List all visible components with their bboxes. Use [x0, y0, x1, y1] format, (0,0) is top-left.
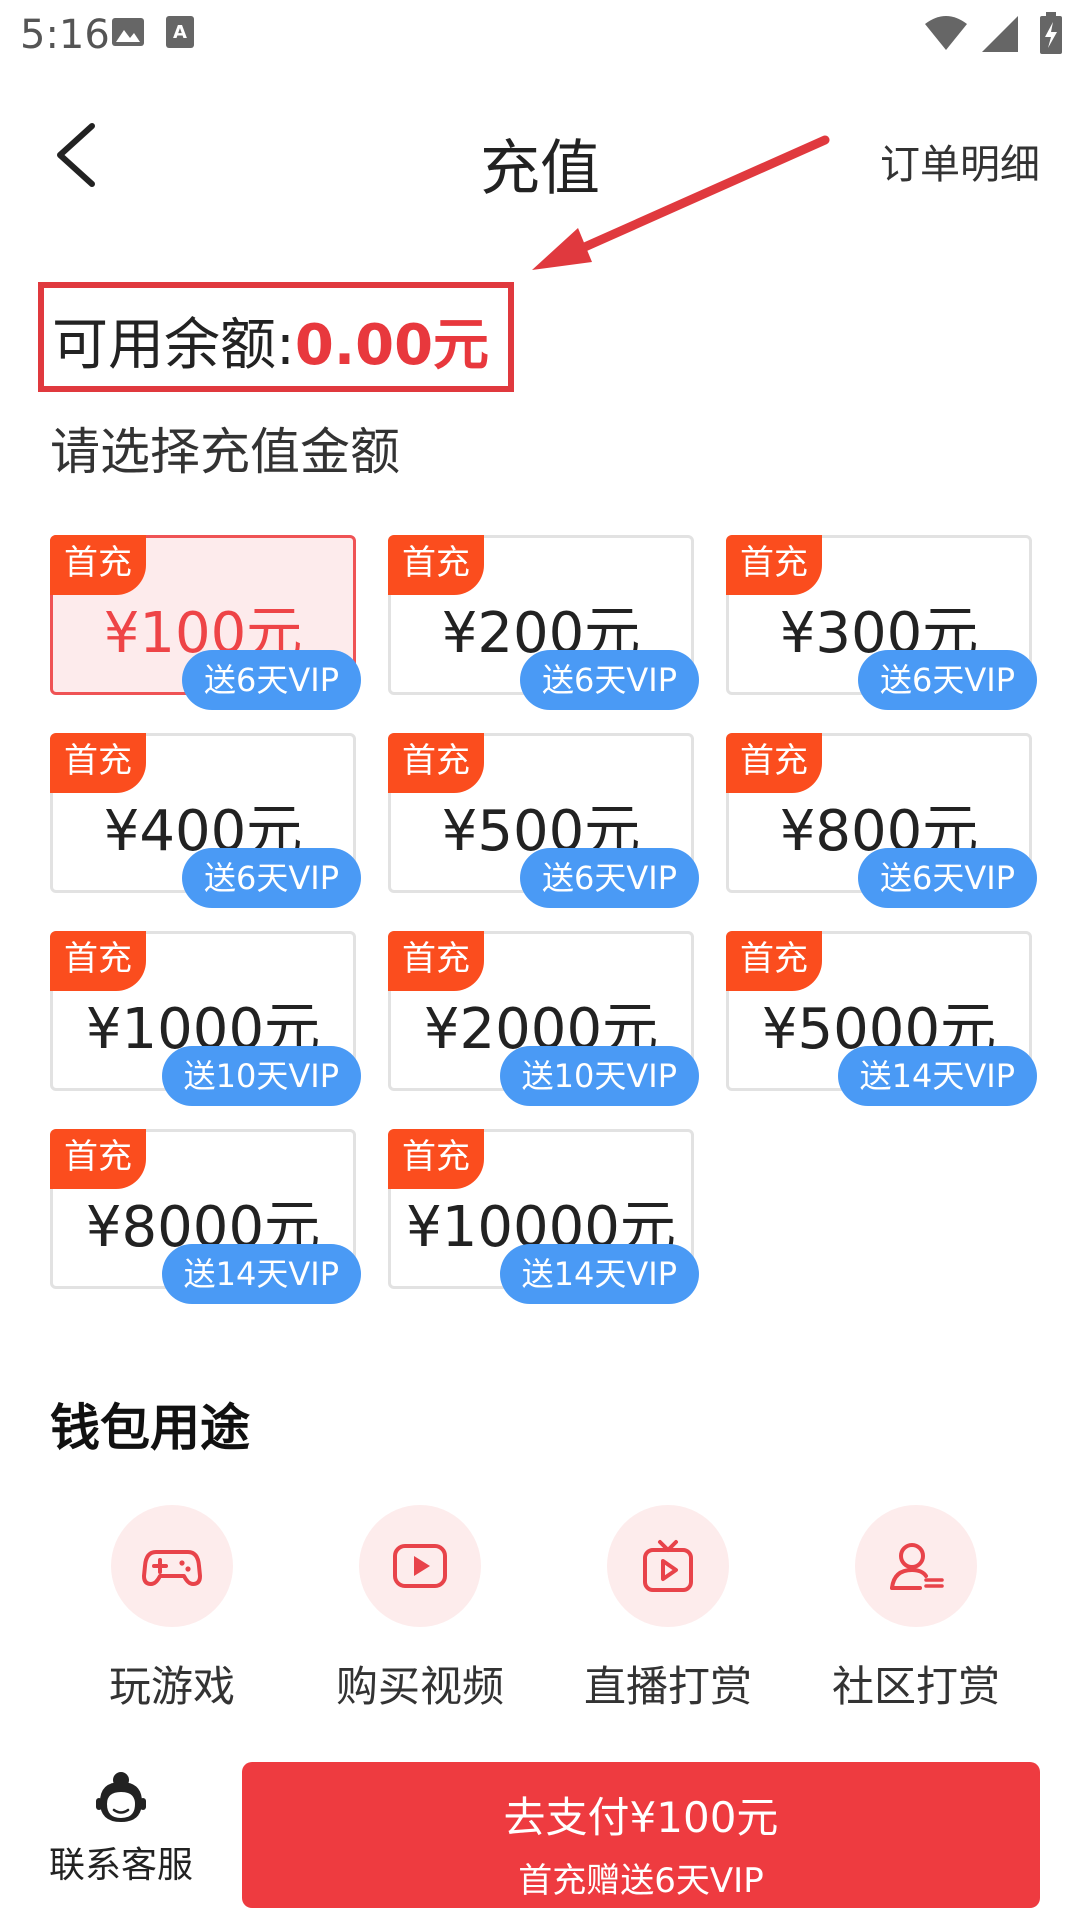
amount-option-500[interactable]: 首充 ¥500元 送6天VIP: [388, 733, 699, 908]
wallet-usage-title: 钱包用途: [50, 1399, 250, 1457]
amount-option-8000[interactable]: 首充 ¥8000元 送14天VIP: [50, 1129, 361, 1304]
pay-button[interactable]: 去支付¥100元 首充赠送6天VIP: [242, 1762, 1040, 1908]
cellular-signal-icon: [982, 16, 1018, 52]
vip-bonus-badge: 送10天VIP: [499, 1046, 699, 1106]
live-tv-icon: [643, 1540, 693, 1592]
image-notification-icon: [112, 18, 144, 46]
amount-option-1000[interactable]: 首充 ¥1000元 送10天VIP: [50, 931, 361, 1106]
usage-label: 直播打赏: [583, 1662, 752, 1711]
vip-bonus-badge: 送6天VIP: [182, 650, 361, 710]
first-recharge-tag: 首充: [388, 1129, 484, 1189]
vip-bonus-badge: 送6天VIP: [182, 848, 361, 908]
pay-button-label: 去支付¥100元: [503, 1793, 779, 1842]
usage-label: 购买视频: [335, 1662, 504, 1711]
usage-icon-circle: [607, 1505, 729, 1627]
vip-bonus-badge: 送6天VIP: [858, 848, 1037, 908]
amount-option-400[interactable]: 首充 ¥400元 送6天VIP: [50, 733, 361, 908]
gamepad-icon: [142, 1550, 202, 1586]
usage-play-games[interactable]: 玩游戏: [72, 1505, 272, 1714]
usage-buy-video[interactable]: 购买视频: [320, 1505, 520, 1714]
svg-text:A: A: [173, 22, 187, 43]
amount-option-2000[interactable]: 首充 ¥2000元 送10天VIP: [388, 931, 699, 1106]
first-recharge-tag: 首充: [388, 931, 484, 991]
vip-bonus-badge: 送14天VIP: [161, 1244, 361, 1304]
first-recharge-tag: 首充: [726, 931, 822, 991]
usage-icon-circle: [359, 1505, 481, 1627]
annotation-arrow: [532, 135, 830, 270]
usage-label: 玩游戏: [108, 1662, 235, 1711]
customer-service-icon: [96, 1772, 146, 1822]
order-details-link[interactable]: 订单明细: [880, 132, 1040, 190]
vip-bonus-badge: 送14天VIP: [837, 1046, 1037, 1106]
usage-label: 社区打赏: [831, 1662, 1000, 1711]
balance-value: 0.00元: [294, 313, 490, 378]
vip-bonus-badge: 送6天VIP: [520, 848, 699, 908]
contact-service-button[interactable]: 联系客服: [36, 1770, 206, 1888]
amount-option-5000[interactable]: 首充 ¥5000元 送14天VIP: [726, 931, 1037, 1106]
amount-option-800[interactable]: 首充 ¥800元 送6天VIP: [726, 733, 1037, 908]
battery-icon: [1040, 12, 1062, 54]
usage-icon-circle: [111, 1505, 233, 1627]
first-recharge-tag: 首充: [726, 535, 822, 595]
community-user-icon: [890, 1543, 944, 1590]
vip-bonus-badge: 送14天VIP: [499, 1244, 699, 1304]
amount-option-100[interactable]: 首充 ¥100元 送6天VIP: [50, 535, 361, 710]
vip-bonus-badge: 送10天VIP: [161, 1046, 361, 1106]
status-time: 5:16: [20, 12, 110, 58]
amount-option-200[interactable]: 首充 ¥200元 送6天VIP: [388, 535, 699, 710]
amount-option-10000[interactable]: 首充 ¥10000元 送14天VIP: [388, 1129, 699, 1304]
usage-community-tip[interactable]: 社区打赏: [816, 1505, 1016, 1714]
first-recharge-tag: 首充: [726, 733, 822, 793]
status-bar: 5:16 A: [0, 0, 1080, 72]
balance-label: 可用余额:: [52, 313, 295, 378]
select-amount-label: 请选择充值金额: [50, 423, 400, 481]
first-recharge-tag: 首充: [388, 733, 484, 793]
video-play-icon: [393, 1544, 447, 1588]
first-recharge-tag: 首充: [50, 1129, 146, 1189]
vip-bonus-badge: 送6天VIP: [858, 650, 1037, 710]
vip-bonus-badge: 送6天VIP: [520, 650, 699, 710]
pay-button-sublabel: 首充赠送6天VIP: [518, 1861, 764, 1901]
first-recharge-tag: 首充: [50, 733, 146, 793]
first-recharge-tag: 首充: [388, 535, 484, 595]
amount-option-300[interactable]: 首充 ¥300元 送6天VIP: [726, 535, 1037, 710]
balance-row: 可用余额:0.00元: [52, 300, 489, 381]
contact-service-label: 联系客服: [48, 1845, 193, 1886]
usage-live-tip[interactable]: 直播打赏: [568, 1505, 768, 1714]
first-recharge-tag: 首充: [50, 535, 146, 595]
usage-icon-circle: [855, 1505, 977, 1627]
wifi-icon: [925, 16, 967, 50]
font-notification-icon: A: [166, 16, 194, 48]
first-recharge-tag: 首充: [50, 931, 146, 991]
